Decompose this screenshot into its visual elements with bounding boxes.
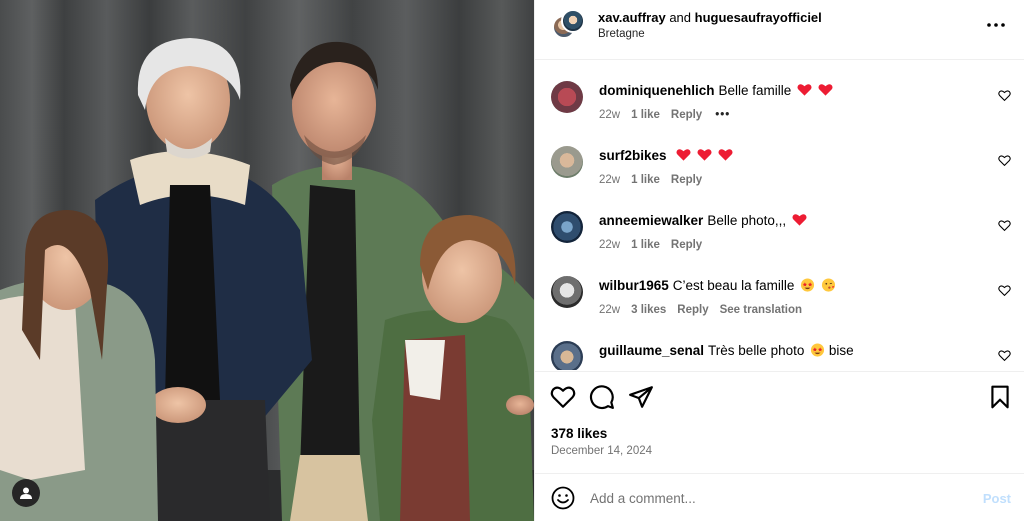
comment-like-count[interactable]: 1 like <box>631 109 660 121</box>
comment-like-count[interactable]: 1 like <box>631 239 660 251</box>
comment-text: anneemiewalker Belle photo,,, <box>599 212 979 230</box>
comment-item: wilbur1965 C’est beau la famille 22w 3 li… <box>535 267 1024 327</box>
like-comment-heart-icon[interactable] <box>998 154 1011 167</box>
comment-meta: 22w 1 like Reply ••• <box>599 109 730 121</box>
avatar[interactable] <box>551 211 583 243</box>
comment-text: wilbur1965 C’est beau la famille <box>599 277 979 295</box>
family-photo-illustration <box>0 0 534 521</box>
comment-more-options-icon[interactable]: ••• <box>715 109 730 121</box>
reply-button[interactable]: Reply <box>671 109 702 121</box>
like-comment-heart-icon[interactable] <box>998 349 1011 362</box>
comment-time[interactable]: 22w <box>599 304 620 316</box>
emoji-picker-icon[interactable] <box>551 486 575 510</box>
like-comment-heart-icon[interactable] <box>998 89 1011 102</box>
post-authors: xav.auffray and huguesaufrayofficiel <box>598 10 822 25</box>
comment-meta: 22w 1 like Reply <box>599 174 702 186</box>
reply-button[interactable]: Reply <box>671 239 702 251</box>
post-actions-bar <box>535 371 1024 423</box>
comment-message: C’est beau la famille <box>672 278 795 293</box>
red-heart-emoji-icon <box>818 84 833 96</box>
comment-time[interactable]: 22w <box>599 239 620 251</box>
likes-count[interactable]: 378 likes <box>551 426 607 441</box>
comment-username[interactable]: wilbur1965 <box>599 278 669 293</box>
avatar[interactable] <box>551 341 583 370</box>
post-date[interactable]: December 14, 2024 <box>551 445 652 457</box>
comment-meta: 22w 1 like Reply <box>599 239 702 251</box>
comment-text: dominiquenehlich Belle famille <box>599 82 979 100</box>
comment-icon[interactable] <box>589 384 615 410</box>
comments-list[interactable]: dominiquenehlich Belle famille 22w 1 like… <box>535 72 1024 370</box>
avatar[interactable] <box>561 9 585 33</box>
post-header: xav.auffray and huguesaufrayofficiel Bre… <box>535 0 1024 60</box>
comment-time[interactable]: 22w <box>599 174 620 186</box>
more-horizontal-icon <box>987 23 1005 27</box>
post-photo[interactable] <box>0 0 534 521</box>
post-comment-button[interactable]: Post <box>983 491 1011 506</box>
comment-like-count[interactable]: 1 like <box>631 174 660 186</box>
bookmark-icon[interactable] <box>987 384 1013 410</box>
comment-message: Belle famille <box>718 83 792 98</box>
star-struck-emoji-icon <box>811 343 825 357</box>
comment-item: anneemiewalker Belle photo,,, 22w 1 like … <box>535 202 1024 262</box>
reply-button[interactable]: Reply <box>677 304 708 316</box>
comment-message: Très belle photo <box>708 343 805 358</box>
post-sidebar: xav.auffray and huguesaufrayofficiel Bre… <box>534 0 1024 521</box>
avatar[interactable] <box>551 276 583 308</box>
comment-like-count[interactable]: 3 likes <box>631 304 666 316</box>
kissing-face-emoji-icon <box>821 278 835 292</box>
comment-item: dominiquenehlich Belle famille 22w 1 like… <box>535 72 1024 132</box>
heart-icon[interactable] <box>550 384 576 410</box>
red-heart-emoji-icon <box>797 84 812 96</box>
comment-message-suffix: bise <box>828 343 854 358</box>
see-translation-button[interactable]: See translation <box>720 304 802 316</box>
user-tag-icon <box>20 487 32 499</box>
comment-username[interactable]: guillaume_senal <box>599 343 704 358</box>
comment-input[interactable] <box>590 485 950 511</box>
avatar[interactable] <box>551 81 583 113</box>
comment-text: guillaume_senal Très belle photo bise <box>599 342 979 360</box>
star-struck-emoji-icon <box>801 278 815 292</box>
avatar[interactable] <box>551 146 583 178</box>
comment-message: Belle photo,,, <box>707 213 787 228</box>
comment-meta: 22w 3 likes Reply See translation <box>599 304 802 316</box>
more-options-button[interactable] <box>985 14 1007 36</box>
author-username-2[interactable]: huguesaufrayofficiel <box>695 10 822 25</box>
author-avatars[interactable] <box>552 9 585 41</box>
red-heart-emoji-icon <box>718 149 733 161</box>
reply-button[interactable]: Reply <box>671 174 702 186</box>
comment-username[interactable]: dominiquenehlich <box>599 83 715 98</box>
comment-text: surf2bikes <box>599 147 979 165</box>
comment-username[interactable]: surf2bikes <box>599 148 667 163</box>
share-icon[interactable] <box>628 384 654 410</box>
comment-username[interactable]: anneemiewalker <box>599 213 703 228</box>
red-heart-emoji-icon <box>676 149 691 161</box>
add-comment-bar: Post <box>535 473 1024 521</box>
comment-item: surf2bikes 22w 1 like Reply <box>535 137 1024 197</box>
red-heart-emoji-icon <box>697 149 712 161</box>
author-username-1[interactable]: xav.auffray <box>598 10 666 25</box>
like-comment-heart-icon[interactable] <box>998 219 1011 232</box>
like-comment-heart-icon[interactable] <box>998 284 1011 297</box>
author-joiner: and <box>669 10 692 25</box>
post-location[interactable]: Bretagne <box>598 28 645 40</box>
tagged-users-button[interactable] <box>12 479 40 507</box>
comment-time[interactable]: 22w <box>599 109 620 121</box>
comment-item: guillaume_senal Très belle photo bise <box>535 332 1024 370</box>
red-heart-emoji-icon <box>792 214 807 226</box>
